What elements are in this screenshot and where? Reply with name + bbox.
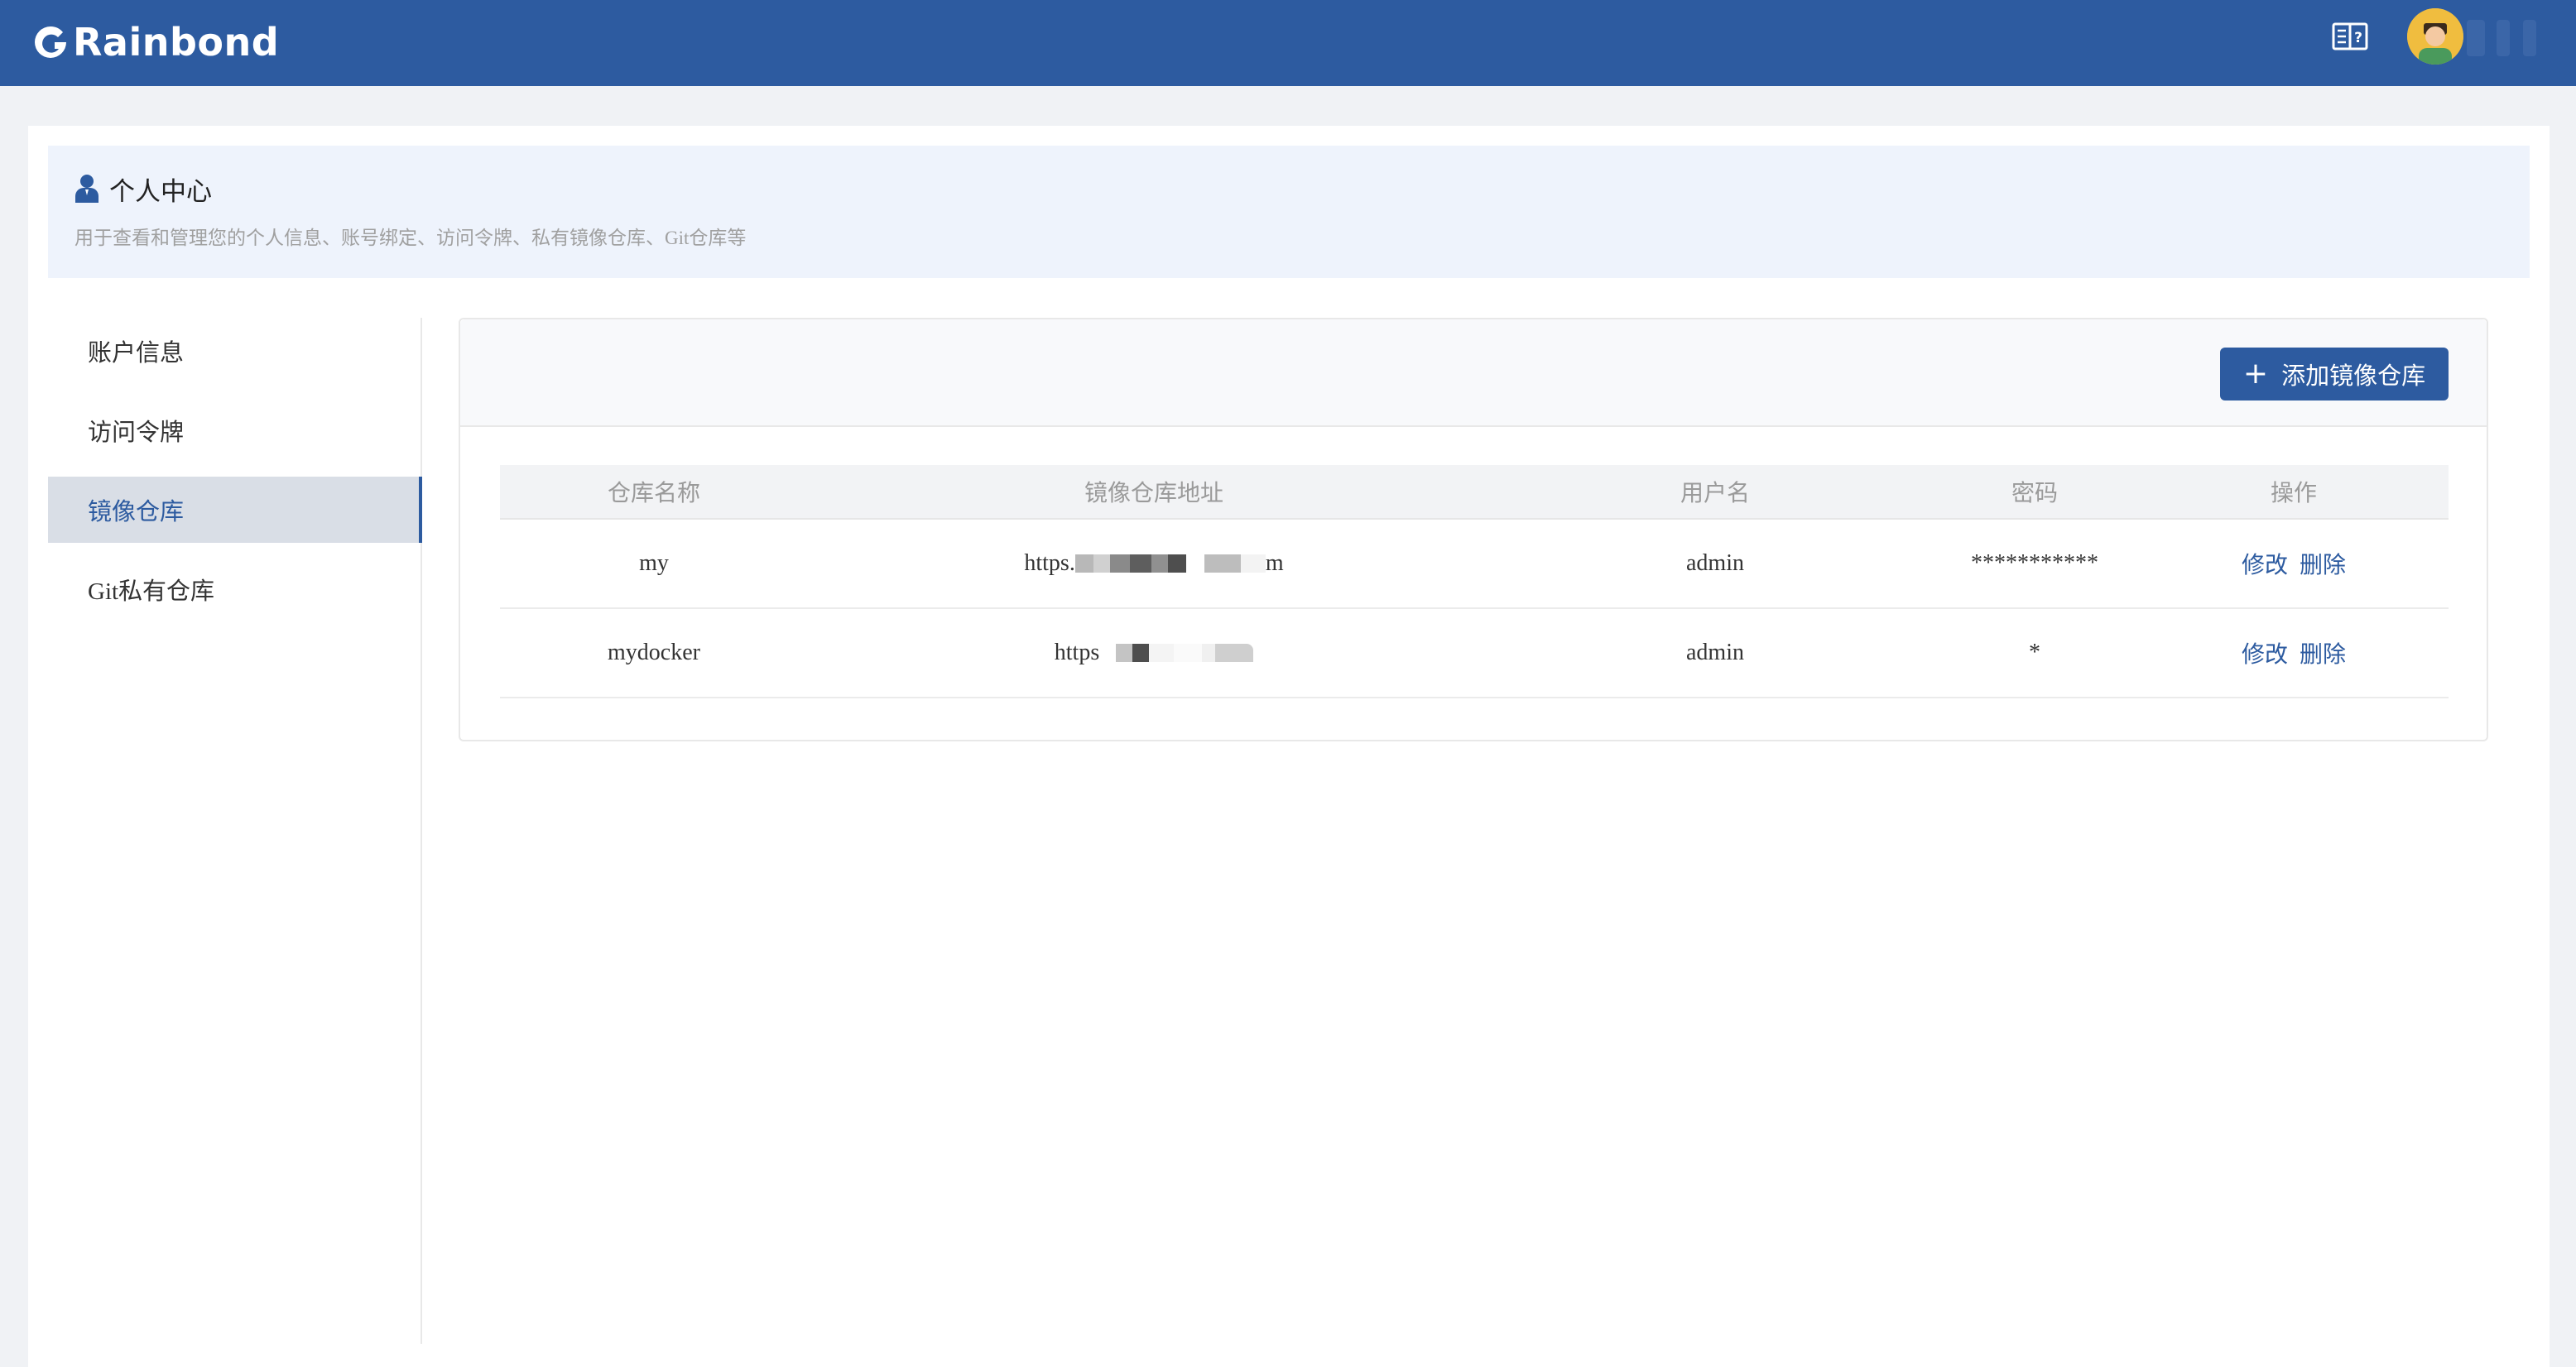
- sidebar-item-account-info[interactable]: 账户信息: [48, 318, 422, 384]
- column-header-password: 密码: [2011, 481, 2058, 506]
- redacted-url-block: [1093, 554, 1110, 573]
- registry-url: https: [808, 640, 1500, 666]
- delete-link[interactable]: 删除: [2300, 636, 2346, 669]
- row-actions: 修改 删除: [2139, 547, 2449, 580]
- registry-table: 仓库名称 镜像仓库地址 用户名 密码 操作 my https. m admin …: [500, 465, 2449, 698]
- redacted-url-block: [1204, 554, 1241, 573]
- table-row: my https. m admin *********** 修改 删除: [500, 520, 2449, 609]
- registry-username: admin: [1686, 550, 1744, 576]
- sidebar-item-image-registry[interactable]: 镜像仓库: [48, 477, 422, 543]
- column-header-name: 仓库名称: [607, 481, 700, 506]
- sidebar-item-git-repo[interactable]: Git私有仓库: [48, 556, 422, 622]
- redacted-url-block: [1129, 554, 1151, 573]
- redacted-url-block: [1149, 644, 1175, 662]
- redacted-url-block: [1109, 554, 1130, 573]
- sidebar-item-label: 账户信息: [88, 340, 185, 367]
- registry-url-prefix: https: [1054, 640, 1100, 665]
- registry-password: *: [2029, 640, 2040, 665]
- redacted-url-block: [1240, 554, 1266, 573]
- table-header: 仓库名称 镜像仓库地址 用户名 密码 操作: [500, 465, 2449, 520]
- sidebar-item-label: 镜像仓库: [88, 499, 185, 525]
- registry-name: my: [639, 550, 669, 576]
- brand-name: Rainbond: [73, 20, 280, 65]
- redacted-url-block: [1174, 644, 1203, 662]
- plus-icon: +: [2242, 357, 2269, 391]
- page-title: 个人中心: [74, 170, 212, 207]
- redacted-url-block: [1099, 644, 1117, 662]
- row-actions: 修改 删除: [2139, 636, 2449, 669]
- redacted-url-block: [1215, 644, 1254, 662]
- edit-link[interactable]: 修改: [2242, 547, 2288, 580]
- user-icon: [75, 175, 99, 203]
- column-header-actions: 操作: [2270, 481, 2317, 506]
- delete-link[interactable]: 删除: [2300, 547, 2346, 580]
- registry-panel: + 添加镜像仓库 仓库名称 镜像仓库地址 用户名 密码 操作 my https.: [459, 318, 2488, 741]
- sidebar-item-access-token[interactable]: 访问令牌: [48, 397, 422, 463]
- header-redacted-area: [2497, 20, 2510, 56]
- rainbond-logo[interactable]: Rainbond: [31, 15, 279, 70]
- svg-text:?: ?: [2354, 30, 2362, 46]
- redacted-url-block: [1151, 554, 1168, 573]
- registry-username: admin: [1686, 640, 1744, 665]
- add-registry-label: 添加镜像仓库: [2281, 363, 2426, 390]
- registry-url-prefix: https.: [1024, 550, 1075, 576]
- docs-book-icon[interactable]: ?: [2331, 20, 2369, 53]
- column-header-url: 镜像仓库地址: [1084, 481, 1223, 506]
- table-row: mydocker https admin * 修改 删除: [500, 609, 2449, 698]
- page-title-text: 个人中心: [109, 176, 212, 206]
- main-card: 个人中心 用于查看和管理您的个人信息、账号绑定、访问令牌、私有镜像仓库、Git仓…: [28, 126, 2550, 1367]
- registry-password: ***********: [1971, 550, 2098, 576]
- user-avatar[interactable]: [2407, 8, 2463, 65]
- redacted-url-block: [1185, 554, 1204, 573]
- redacted-url-block: [1074, 554, 1093, 573]
- registry-url-suffix: m: [1265, 550, 1284, 576]
- redacted-url-block: [1167, 554, 1186, 573]
- page-subtitle: 用于查看和管理您的个人信息、账号绑定、访问令牌、私有镜像仓库、Git仓库等: [74, 228, 747, 248]
- sidebar-item-label: 访问令牌: [88, 420, 185, 446]
- registry-name: mydocker: [608, 640, 700, 665]
- redacted-url-block: [1202, 644, 1216, 662]
- registry-url: https. m: [808, 550, 1500, 577]
- header-redacted-area: [2523, 20, 2536, 56]
- panel-toolbar: + 添加镜像仓库: [460, 319, 2487, 427]
- redacted-url-block: [1116, 644, 1133, 662]
- top-navbar: Rainbond ?: [0, 0, 2576, 86]
- sidebar-item-label: Git私有仓库: [88, 578, 215, 605]
- add-registry-button[interactable]: + 添加镜像仓库: [2220, 348, 2449, 401]
- page-header-banner: 个人中心 用于查看和管理您的个人信息、账号绑定、访问令牌、私有镜像仓库、Git仓…: [48, 146, 2530, 278]
- redacted-url-block: [1132, 644, 1150, 662]
- sidebar-menu: 账户信息 访问令牌 镜像仓库 Git私有仓库: [48, 318, 422, 1344]
- column-header-username: 用户名: [1680, 481, 1750, 506]
- header-redacted-area: [2467, 20, 2485, 56]
- rainbond-logo-icon: [35, 26, 66, 58]
- edit-link[interactable]: 修改: [2242, 636, 2288, 669]
